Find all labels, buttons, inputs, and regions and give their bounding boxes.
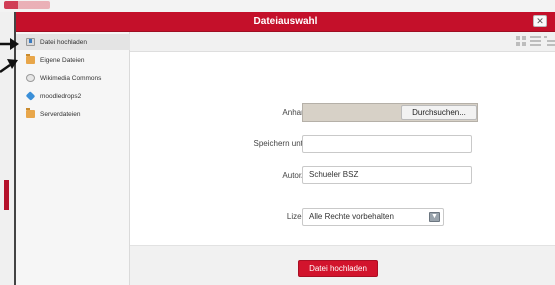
browse-button[interactable]: Durchsuchen...: [401, 105, 477, 120]
save-as-field[interactable]: [302, 135, 472, 153]
author-label: Autor/in: [282, 171, 310, 180]
folder-icon: [26, 108, 35, 118]
sidebar-item-label: Eigene Dateien: [40, 56, 85, 64]
save-as-label: Speichern unter: [253, 139, 310, 148]
license-label: Lizenz: [286, 212, 310, 221]
grid-view-icon[interactable]: [516, 36, 527, 46]
sidebar-item-label: Datei hochladen: [40, 38, 87, 46]
dropbox-icon: [25, 91, 36, 101]
dialog-titlebar: Dateiauswahl ✕: [16, 12, 555, 32]
upload-form: Anhang Durchsuchen... Speichern unter Au…: [130, 52, 555, 245]
file-input[interactable]: Durchsuchen...: [302, 103, 478, 122]
view-toolbar: [130, 32, 555, 52]
file-picker-dialog: Dateiauswahl ✕ Datei hochladen Eigene Da…: [14, 12, 555, 285]
upload-file-button[interactable]: Datei hochladen: [298, 260, 378, 277]
tree-view-icon[interactable]: [544, 36, 555, 46]
sidebar-item-label: Serverdateien: [40, 110, 81, 118]
background-red-marker: [4, 180, 9, 210]
attachment-label: Anhang: [282, 108, 310, 117]
list-view-icon[interactable]: [530, 36, 541, 46]
site-logo: [4, 1, 50, 9]
annotation-arrows: [0, 38, 19, 74]
arrow-icon: [0, 59, 18, 74]
close-button[interactable]: ✕: [533, 15, 547, 27]
sidebar-item-label: Wikimedia Commons: [40, 74, 102, 82]
arrow-icon: [0, 38, 19, 50]
author-field[interactable]: Schueler BSZ: [302, 166, 472, 184]
chevron-down-icon: ▼: [429, 212, 440, 222]
sidebar-item-label: moodledrops2: [40, 92, 82, 100]
close-icon: ✕: [536, 16, 544, 26]
dialog-footer: Datei hochladen: [130, 245, 555, 285]
background-header: [0, 0, 555, 12]
license-selected-value: Alle Rechte vorbehalten: [309, 212, 394, 221]
dialog-title: Dateiauswahl: [253, 16, 318, 27]
sidebar-item-server-files[interactable]: Serverdateien: [16, 106, 130, 122]
license-select[interactable]: Alle Rechte vorbehalten ▼: [302, 208, 444, 226]
sidebar-item-dropbox[interactable]: moodledrops2: [16, 88, 130, 104]
